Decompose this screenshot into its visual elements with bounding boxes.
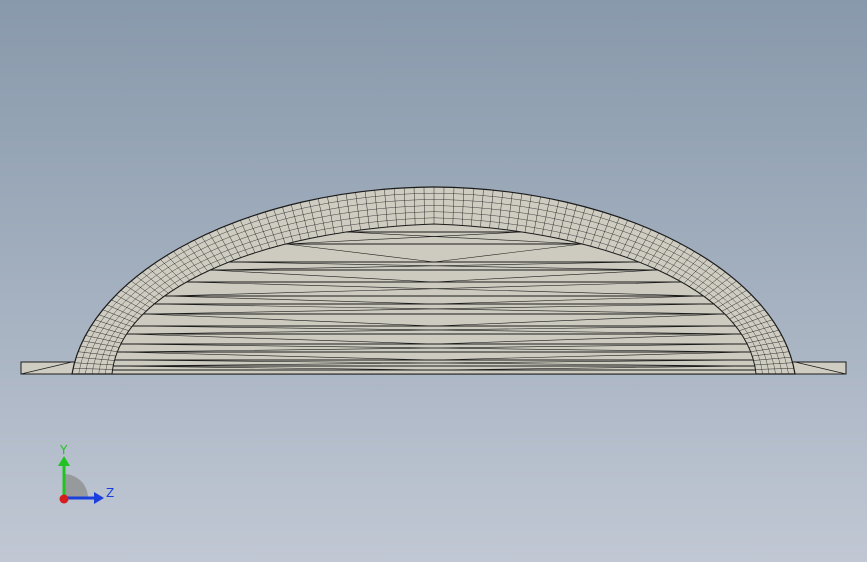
x-axis-dot <box>59 494 69 504</box>
triad-quadrant-shape <box>64 474 88 498</box>
y-axis-arrowhead <box>58 456 70 466</box>
graphics-viewport[interactable]: Y Z <box>0 0 867 562</box>
z-axis-label: Z <box>106 486 114 500</box>
y-axis-label: Y <box>59 443 68 457</box>
dome-model[interactable] <box>0 0 867 562</box>
z-axis-arrowhead <box>94 492 104 504</box>
axis-triad: Y Z <box>58 443 114 504</box>
